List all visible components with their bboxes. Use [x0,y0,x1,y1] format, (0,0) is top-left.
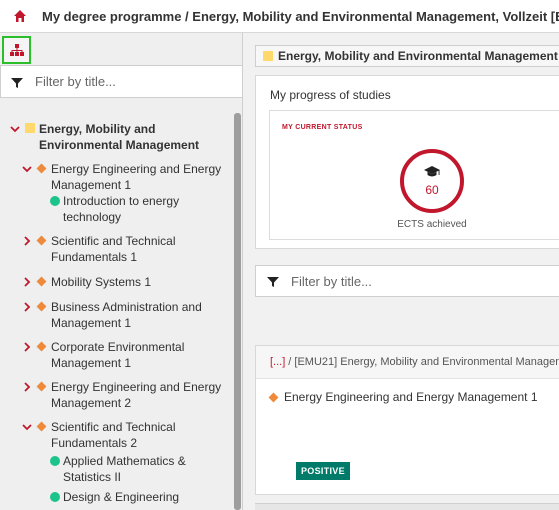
tree-node-label: Management 1 [51,316,132,330]
sidebar-filter [0,65,242,98]
course-dot-icon [50,492,60,502]
result-card: [...] / [EMU21] Energy, Mobility and Env… [255,345,559,495]
tree-node-label: Fundamentals 1 [51,250,138,264]
sidebar: Energy, Mobility and Environmental Manag… [0,33,243,510]
status-label: MY CURRENT STATUS [282,124,363,131]
tree-node-course[interactable]: Introduction to energy technology [48,193,232,227]
tree-node-label: Energy Engineering and Energy [51,162,222,176]
tree-node-label: Environmental Management [39,138,200,152]
chevron-down-icon[interactable] [22,422,32,432]
course-dot-icon [50,196,60,206]
tree-node-label: Corporate Environmental [51,340,185,354]
tree-node-label: Scientific and Technical [51,420,176,434]
tree-node-module[interactable]: Mobility Systems 1 [22,274,232,292]
tree-node-label: Scientific and Technical [51,234,176,248]
chevron-right-icon[interactable] [22,302,32,312]
ects-value: 60 [425,183,439,197]
sidebar-filter-input[interactable] [35,74,225,89]
chevron-right-icon[interactable] [22,277,32,287]
tree-node-module[interactable]: Energy Engineering and Energy Management… [22,161,232,195]
chevron-right-icon[interactable] [22,342,32,352]
filter-icon [11,76,23,88]
progress-title: My progress of studies [270,88,391,102]
ects-ring: 60 [400,149,464,213]
tree-node-programme[interactable]: Energy, Mobility and Environmental Manag… [10,121,232,155]
module-icon [36,301,47,312]
tree-node-module[interactable]: Scientific and Technical Fundamentals 1 [22,233,232,267]
course-dot-icon [50,456,60,466]
tree-node-label: Mobility Systems 1 [51,275,152,289]
tree-node-label: Energy Engineering and Energy [51,380,222,394]
tree-node-module[interactable]: Business Administration and Management 1 [22,299,232,333]
graduation-cap-icon [424,166,440,177]
tree-node-label: Energy, Mobility and [39,122,156,136]
main-filter-input[interactable] [291,273,481,289]
result-item[interactable]: Energy Engineering and Energy Management… [268,390,538,404]
main-filter [255,265,559,297]
module-icon [36,276,47,287]
chevron-down-icon[interactable] [10,124,20,134]
main-content: Energy, Mobility and Environmental Manag… [243,33,559,510]
page-title: My degree programme / Energy, Mobility a… [42,8,559,24]
module-icon [36,381,47,392]
tree-node-label: Management 1 [51,356,132,370]
tree-node-label: Introduction to energy [63,194,180,208]
chevron-right-icon[interactable] [22,382,32,392]
next-card-edge [255,503,559,510]
filter-icon [267,275,279,287]
tree-node-label: Fundamentals 2 [51,436,138,450]
hierarchy-icon [9,44,24,56]
tree-node-module[interactable]: Energy Engineering and Energy Management… [22,379,232,413]
status-badge: POSITIVE [296,462,350,480]
breadcrumb-path: / [EMU21] Energy, Mobility and Environme… [288,356,559,368]
tree-node-module[interactable]: Scientific and Technical Fundamentals 2 [22,419,232,453]
ects-caption: ECTS achieved [397,219,467,230]
tree-node-label: Management 1 [51,178,132,192]
module-icon [36,341,47,352]
tree-node-course[interactable]: Design & Engineering [48,489,232,507]
tree-node-course[interactable]: Applied Mathematics & Statistics II [48,453,232,487]
tree-node-label: Business Administration and [51,300,202,314]
tree-view-toggle[interactable] [2,36,31,64]
tree-node-label: Design & Engineering [63,490,180,504]
folder-icon [263,51,273,61]
module-icon [36,235,47,246]
tree-node-label: Statistics II [63,470,122,484]
module-icon [36,163,47,174]
chevron-right-icon[interactable] [22,236,32,246]
section-header: Energy, Mobility and Environmental Manag… [255,45,559,67]
tree-node-label: technology [63,210,122,224]
home-icon[interactable] [13,9,27,23]
chevron-down-icon[interactable] [22,164,32,174]
progress-card: My progress of studies MY CURRENT STATUS… [255,75,559,249]
current-status-card: MY CURRENT STATUS 60 ECTS achieved [269,110,559,240]
tree-node-label: Management 2 [51,396,132,410]
result-item-label: Energy Engineering and Energy Management… [284,390,538,404]
result-breadcrumb: [...] / [EMU21] Energy, Mobility and Env… [256,346,559,379]
module-icon [268,392,279,402]
folder-icon [25,123,35,133]
section-title: Energy, Mobility and Environmental Manag… [278,49,558,63]
sidebar-scrollbar[interactable] [234,113,241,510]
top-bar: My degree programme / Energy, Mobility a… [0,0,559,33]
tree-node-module[interactable]: Corporate Environmental Management 1 [22,339,232,373]
module-icon [36,421,47,432]
tree-node-label: Applied Mathematics & [63,454,186,468]
breadcrumb-expand-link[interactable]: [...] [270,356,285,368]
